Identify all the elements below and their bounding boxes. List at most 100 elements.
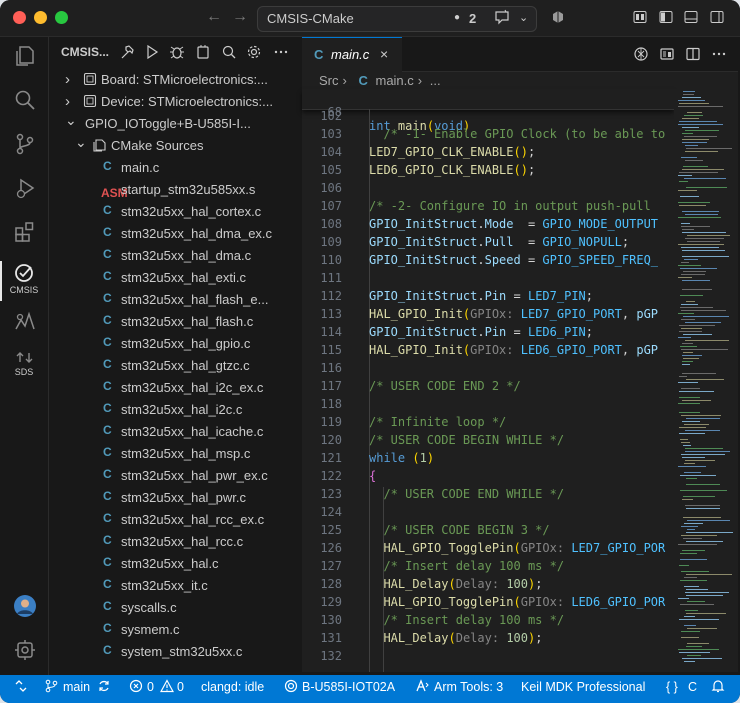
code-line[interactable]: 117 /* USER CODE END 2 */ (302, 379, 674, 397)
tree-item[interactable]: Cstm32u5xx_hal_i2c.c (49, 399, 298, 421)
code-line[interactable]: 132 (302, 649, 674, 667)
tree-item[interactable]: Cstm32u5xx_hal_gtzc.c (49, 355, 298, 377)
code-line[interactable]: 105 LED6_GPIO_CLK_ENABLE(); (302, 163, 674, 181)
tree-item[interactable]: Cstm32u5xx_it.c (49, 575, 298, 597)
code-line[interactable]: 126 HAL_GPIO_TogglePin(GPIOx: LED7_GPIO_… (302, 541, 674, 559)
warning-count[interactable]: 0 (177, 680, 184, 694)
code-line[interactable]: 109 GPIO_InitStruct.Pull = GPIO_NOPULL; (302, 235, 674, 253)
arm-tools-icon[interactable] (415, 679, 429, 696)
open-preview-icon[interactable] (659, 46, 675, 62)
sync-icon[interactable] (97, 679, 111, 696)
arm-tools-status[interactable]: Arm Tools: 3 (434, 680, 503, 694)
search-icon[interactable] (221, 44, 237, 60)
chevron-down-icon[interactable]: ⌄ (519, 11, 528, 24)
chevron-right-icon[interactable]: › (65, 93, 70, 110)
toggle-panel-icon[interactable] (684, 10, 698, 24)
cmsis-icon[interactable] (12, 261, 38, 287)
minimize-window-button[interactable] (34, 11, 47, 24)
language-braces-icon[interactable]: { } (666, 680, 678, 694)
tree-item[interactable]: ASM startup_stm32u585xx.s (49, 179, 298, 201)
back-arrow-icon[interactable]: ← (206, 8, 222, 26)
load-flash-icon[interactable] (195, 44, 211, 60)
tree-item[interactable]: Cstm32u5xx_hal_gpio.c (49, 333, 298, 355)
toggle-primary-sidebar-icon[interactable] (659, 10, 673, 24)
clangd-status[interactable]: clangd: idle (201, 680, 264, 694)
error-count[interactable]: 0 (147, 680, 154, 694)
manage-gear-icon[interactable] (12, 637, 38, 663)
source-control-icon[interactable] (12, 131, 38, 157)
code-line[interactable]: 118 (302, 397, 674, 415)
breadcrumb-file[interactable]: main.c (375, 73, 413, 88)
account-avatar[interactable] (12, 593, 38, 619)
tree-item[interactable]: ⌄ GPIO_IOToggle+B-U585I-I... (49, 112, 298, 135)
code-line[interactable]: 122 { (302, 469, 674, 487)
run-play-icon[interactable] (144, 44, 160, 60)
tree-item[interactable]: Csysmem.c (49, 619, 298, 641)
customize-layout-icon[interactable] (633, 10, 647, 24)
tree-item[interactable]: Cstm32u5xx_hal_pwr.c (49, 487, 298, 509)
tree-item[interactable]: Cstm32u5xx_hal_dma.c (49, 245, 298, 267)
error-icon[interactable] (129, 679, 143, 696)
chatgpt-icon[interactable] (633, 46, 649, 62)
close-icon[interactable]: × (380, 46, 388, 62)
chevron-down-icon[interactable]: ⌄ (65, 112, 77, 129)
close-window-button[interactable] (13, 11, 26, 24)
code-line[interactable]: 108 GPIO_InitStruct.Mode = GPIO_MODE_OUTP… (302, 217, 674, 235)
code-line[interactable]: 123 /* USER CODE END WHILE */ (302, 487, 674, 505)
code-line[interactable]: 129 HAL_GPIO_TogglePin(GPIOx: LED6_GPIO_… (302, 595, 674, 613)
tree-item[interactable]: Cstm32u5xx_hal_flash.c (49, 311, 298, 333)
code-line[interactable]: 110 GPIO_InitStruct.Speed = GPIO_SPEED_FR… (302, 253, 674, 271)
code-line[interactable]: 102 (302, 109, 674, 127)
remote-icon[interactable] (14, 679, 28, 696)
tree-item[interactable]: Cstm32u5xx_hal_rcc_ex.c (49, 509, 298, 531)
code-line[interactable]: 107 /* -2- Configure IO in output push-pu… (302, 199, 674, 217)
code-line[interactable]: 113 HAL_GPIO_Init(GPIOx: LED7_GPIO_PORT, … (302, 307, 674, 325)
arm-tools-icon[interactable] (12, 309, 38, 335)
code-line[interactable]: 114 GPIO_InitStruct.Pin = LED6_PIN; (302, 325, 674, 343)
tree-item[interactable]: Cstm32u5xx_hal_i2c_ex.c (49, 377, 298, 399)
chat-icon[interactable] (494, 9, 510, 28)
more-actions-icon[interactable] (273, 44, 289, 60)
code-line[interactable]: 120 /* USER CODE BEGIN WHILE */ (302, 433, 674, 451)
tree-item[interactable]: › Board: STMicroelectronics:... (49, 69, 298, 91)
code-line[interactable]: 128 HAL_Delay(Delay: 100); (302, 577, 674, 595)
tree-item[interactable]: Cstm32u5xx_hal_msp.c (49, 443, 298, 465)
code-line[interactable]: 130 /* Insert delay 100 ms */ (302, 613, 674, 631)
code-line[interactable]: 103 /* -1- Enable GPIO Clock (to be able… (302, 127, 674, 145)
debug-bug-icon[interactable] (169, 44, 185, 60)
target-board-icon[interactable] (284, 679, 298, 696)
tree-item[interactable]: ⌄ CMake Sources (49, 134, 298, 157)
toggle-secondary-sidebar-icon[interactable] (710, 10, 724, 24)
tree-item[interactable]: Cmain.c (49, 157, 298, 179)
code-line[interactable]: 125 /* USER CODE BEGIN 3 */ (302, 523, 674, 541)
tree-item[interactable]: Cstm32u5xx_hal_dma_ex.c (49, 223, 298, 245)
code-line[interactable]: 115 HAL_GPIO_Init(GPIOx: LED6_GPIO_PORT, … (302, 343, 674, 361)
code-line[interactable]: 111 (302, 271, 674, 289)
code-line[interactable]: 116 (302, 361, 674, 379)
code-line[interactable]: 106 (302, 181, 674, 199)
tree-item[interactable]: Csystem_stm32u5xx.c (49, 641, 298, 663)
notifications-bell-icon[interactable] (711, 679, 725, 696)
code-line[interactable]: 131 HAL_Delay(Delay: 100); (302, 631, 674, 649)
target-board[interactable]: B-U585I-IOT02A (302, 680, 395, 694)
breadcrumb-symbol[interactable]: ... (430, 73, 441, 88)
tree-item[interactable]: Cstm32u5xx_hal_rcc.c (49, 531, 298, 553)
tree-item[interactable]: Cstm32u5xx_hal.c (49, 553, 298, 575)
language-mode[interactable]: C (688, 680, 697, 694)
more-actions-icon[interactable] (711, 46, 727, 62)
code-line[interactable]: 104 LED7_GPIO_CLK_ENABLE(); (302, 145, 674, 163)
run-debug-icon[interactable] (12, 175, 38, 201)
tree-item[interactable]: Cstm32u5xx_hal_flash_e... (49, 289, 298, 311)
forward-arrow-icon[interactable]: → (232, 8, 248, 26)
branch-name[interactable]: main (63, 680, 90, 694)
branch-icon[interactable] (45, 679, 58, 696)
extensions-icon[interactable] (12, 219, 38, 245)
tree-item[interactable]: Cstm32u5xx_hal_cortex.c (49, 201, 298, 223)
settings-gear-icon[interactable] (246, 44, 262, 60)
sticky-scroll-line[interactable]: 68 int main(void) (302, 89, 674, 133)
tab-main-c[interactable]: C main.c × (302, 37, 402, 72)
command-center[interactable]: CMSIS-CMake ● 2 ⌄ (257, 6, 537, 32)
warning-icon[interactable] (159, 679, 175, 696)
tree-item[interactable]: Csyscalls.c (49, 597, 298, 619)
code-line[interactable]: 124 (302, 505, 674, 523)
